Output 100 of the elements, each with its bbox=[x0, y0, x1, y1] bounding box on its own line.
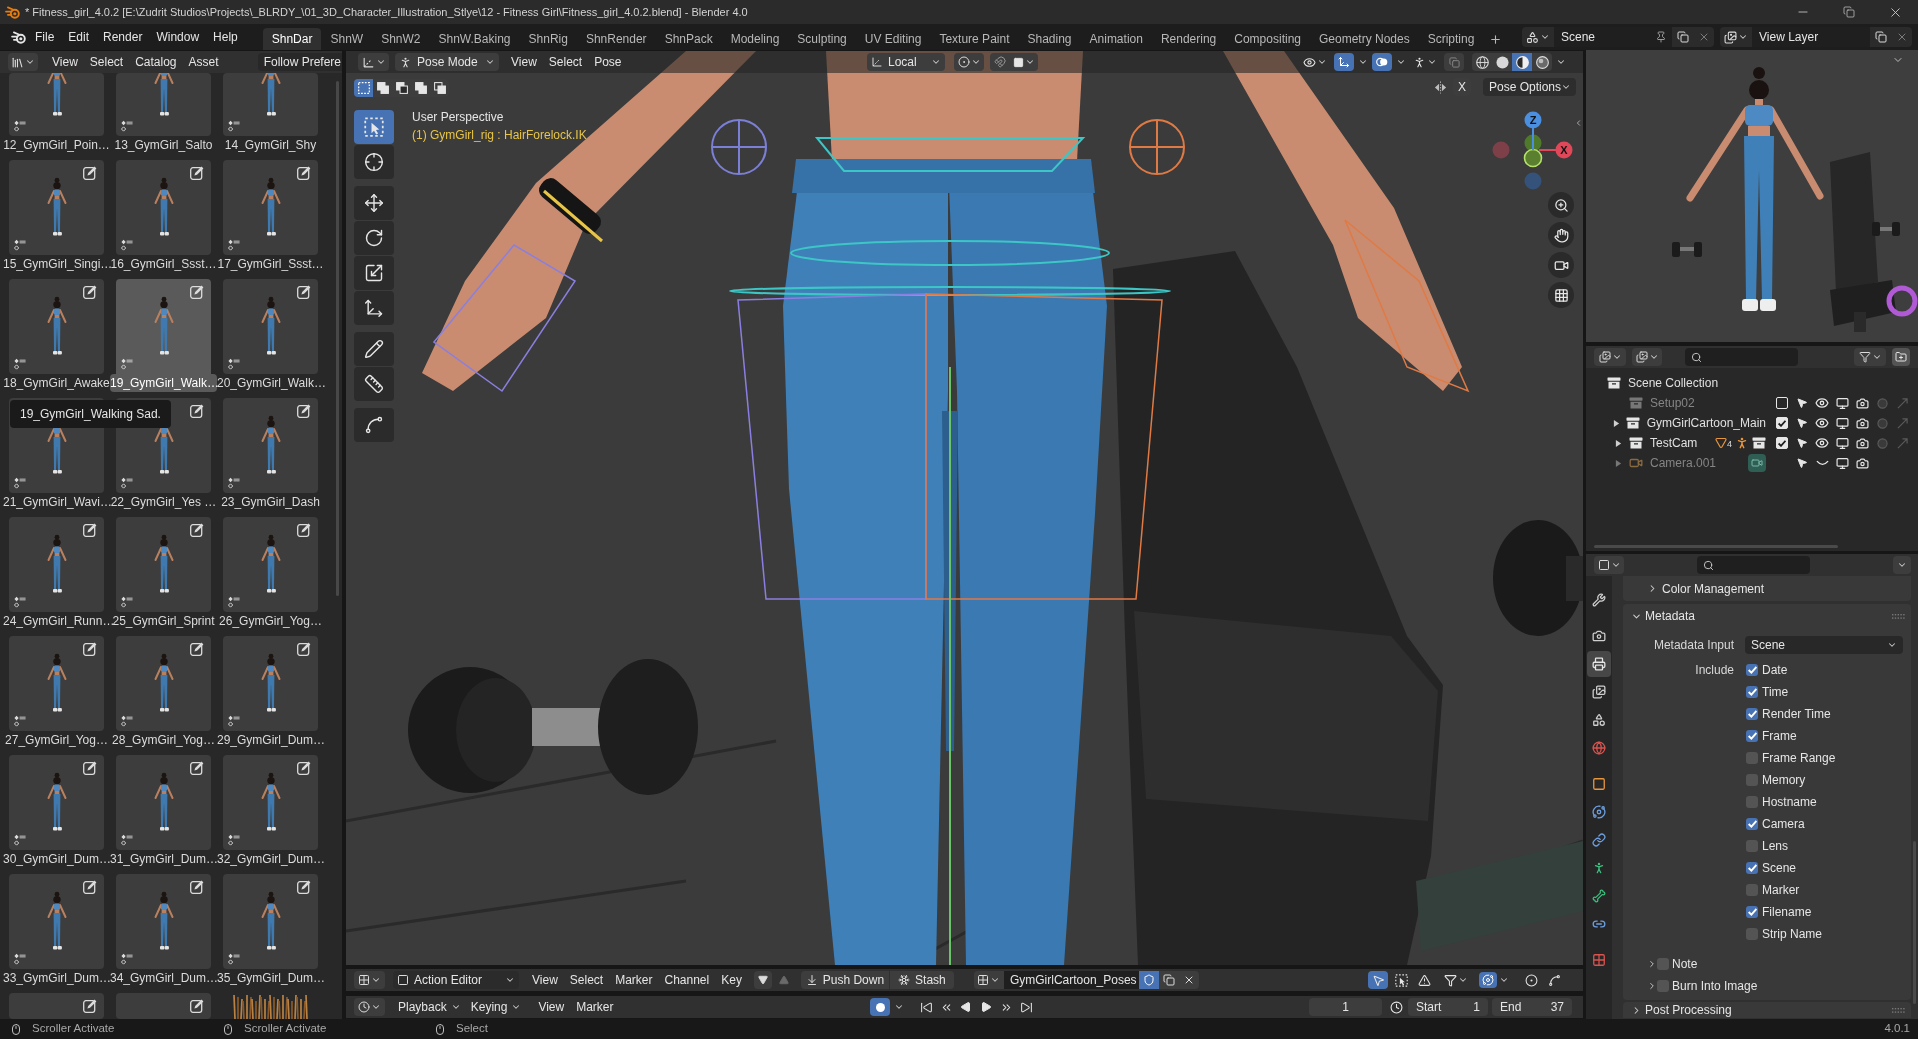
filters-dropdown[interactable] bbox=[1478, 971, 1510, 989]
edit-icon[interactable] bbox=[83, 999, 97, 1013]
editor-type-button[interactable] bbox=[1594, 556, 1624, 574]
checkbox-label[interactable]: Camera bbox=[1762, 818, 1805, 830]
menu-item[interactable]: File bbox=[28, 27, 62, 47]
scrollbar[interactable] bbox=[1594, 545, 1838, 548]
duplicate-button[interactable] bbox=[1870, 27, 1892, 47]
tool-button[interactable] bbox=[354, 367, 394, 401]
asset-thumbnail[interactable] bbox=[9, 993, 104, 1019]
shading-button[interactable] bbox=[1492, 53, 1512, 71]
editor-type-button[interactable] bbox=[358, 53, 389, 71]
workspace-tab[interactable]: Texture Paint bbox=[930, 28, 1019, 50]
asset-thumbnail[interactable] bbox=[116, 517, 211, 612]
library-dropdown[interactable]: Follow Prefere bbox=[257, 53, 342, 71]
edit-icon[interactable] bbox=[297, 642, 311, 656]
scene-browse-button[interactable] bbox=[1522, 27, 1554, 47]
new-collection-button[interactable] bbox=[1892, 348, 1910, 366]
checkbox-label[interactable]: Scene bbox=[1762, 862, 1797, 874]
filter-dropdown[interactable] bbox=[1854, 348, 1886, 366]
asset-thumbnail[interactable] bbox=[223, 517, 318, 612]
menu-item[interactable]: Help bbox=[206, 27, 245, 47]
edit-icon[interactable] bbox=[190, 523, 204, 537]
checkbox[interactable] bbox=[1746, 796, 1758, 808]
asset-thumbnail[interactable] bbox=[223, 160, 318, 255]
eye-icon[interactable] bbox=[1815, 416, 1829, 430]
camera-icon[interactable] bbox=[1855, 396, 1869, 410]
push-down-button[interactable]: Push Down bbox=[800, 971, 889, 989]
pointer-icon[interactable] bbox=[1796, 457, 1808, 469]
closed-eye-icon[interactable] bbox=[1815, 460, 1829, 466]
previous-layer-button[interactable] bbox=[753, 971, 772, 989]
menu-item[interactable]: Render bbox=[96, 27, 150, 47]
panel-header[interactable]: Color Management bbox=[1623, 576, 1911, 601]
edit-icon[interactable] bbox=[190, 761, 204, 775]
workspace-tab[interactable]: Scripting bbox=[1418, 28, 1484, 50]
edit-icon[interactable] bbox=[190, 166, 204, 180]
outliner-item[interactable]: Setup02 bbox=[1650, 397, 1695, 409]
camera-icon[interactable] bbox=[1855, 436, 1869, 450]
workspace-tab[interactable]: ShnRig bbox=[519, 28, 577, 50]
pose-options-dropdown[interactable]: Pose Options bbox=[1483, 78, 1576, 96]
view-layer-browse-button[interactable] bbox=[1720, 27, 1752, 47]
shading-button[interactable] bbox=[1512, 53, 1532, 71]
current-frame-field[interactable]: 1 bbox=[1309, 998, 1382, 1016]
drag-handle-icon[interactable] bbox=[1892, 613, 1905, 619]
remove-button[interactable] bbox=[1694, 27, 1714, 47]
selection-mode-button[interactable] bbox=[354, 79, 373, 97]
fake-user-toggle[interactable] bbox=[1138, 971, 1159, 989]
workspace-tab[interactable]: ShnDar bbox=[262, 28, 322, 50]
scrollbar[interactable] bbox=[336, 81, 339, 596]
menu-item[interactable]: Catalog bbox=[129, 53, 183, 71]
subpanel-header[interactable]: Burn Into Image bbox=[1623, 975, 1911, 997]
pivot-dropdown[interactable] bbox=[954, 53, 984, 71]
menu-item[interactable]: Pose bbox=[588, 53, 628, 71]
menu-item[interactable]: Key bbox=[715, 971, 748, 989]
workspace-tab[interactable]: Animation bbox=[1080, 28, 1152, 50]
drag-handle-icon[interactable] bbox=[1892, 1007, 1905, 1013]
gizmo-toggle[interactable] bbox=[1334, 53, 1354, 71]
triangle-right-icon[interactable] bbox=[1614, 439, 1622, 447]
menu-item[interactable]: Window bbox=[149, 27, 207, 47]
checkbox[interactable] bbox=[1746, 664, 1758, 676]
orientation-dropdown[interactable]: Local bbox=[867, 53, 945, 71]
duplicate-button[interactable] bbox=[1672, 27, 1694, 47]
checkbox[interactable] bbox=[1746, 686, 1758, 698]
checkbox[interactable] bbox=[1746, 928, 1758, 940]
pan-button[interactable] bbox=[1548, 222, 1574, 248]
edit-icon[interactable] bbox=[297, 166, 311, 180]
menu-item[interactable]: Select bbox=[563, 971, 610, 989]
editor-type-button[interactable] bbox=[354, 998, 385, 1016]
menu-item[interactable]: View bbox=[526, 971, 564, 989]
menu-item[interactable]: Channel bbox=[658, 971, 716, 989]
checkbox-label[interactable]: Date bbox=[1762, 664, 1788, 676]
mode-dropdown[interactable]: Action Editor bbox=[393, 971, 519, 989]
action-browse-button[interactable] bbox=[973, 971, 1004, 989]
asset-thumbnail[interactable] bbox=[116, 160, 211, 255]
asset-thumbnail[interactable] bbox=[116, 279, 211, 374]
menu-item[interactable]: View bbox=[46, 53, 84, 71]
tool-button[interactable] bbox=[354, 221, 394, 255]
edit-icon[interactable] bbox=[190, 285, 204, 299]
workspace-tab[interactable]: Rendering bbox=[1151, 28, 1226, 50]
monitor-icon[interactable] bbox=[1835, 456, 1849, 470]
panel-header[interactable]: Metadata bbox=[1623, 604, 1911, 628]
metadata-input-dropdown[interactable]: Scene bbox=[1745, 636, 1903, 654]
panel-header[interactable]: Post Processing bbox=[1623, 1002, 1911, 1018]
asset-thumbnail[interactable] bbox=[116, 636, 211, 731]
workspace-tab[interactable]: UV Editing bbox=[855, 28, 931, 50]
eye-icon[interactable] bbox=[1815, 436, 1829, 450]
checkbox[interactable] bbox=[1746, 840, 1758, 852]
zoom-button[interactable] bbox=[1548, 192, 1574, 218]
asset-thumbnail[interactable] bbox=[9, 73, 104, 136]
menu-item[interactable]: Marker bbox=[609, 971, 659, 989]
options-dropdown[interactable] bbox=[1893, 556, 1911, 574]
search-field[interactable] bbox=[1697, 556, 1810, 574]
checkbox[interactable] bbox=[1746, 708, 1758, 720]
edit-icon[interactable] bbox=[297, 285, 311, 299]
checkbox[interactable] bbox=[1746, 884, 1758, 896]
orthographic-button[interactable] bbox=[1548, 282, 1574, 308]
checkbox-label[interactable]: Time bbox=[1762, 686, 1789, 698]
checkbox[interactable] bbox=[1746, 906, 1758, 918]
duplicate-button[interactable] bbox=[1158, 971, 1179, 989]
monitor-icon[interactable] bbox=[1835, 436, 1849, 450]
triangle-right-icon[interactable] bbox=[1612, 419, 1620, 427]
